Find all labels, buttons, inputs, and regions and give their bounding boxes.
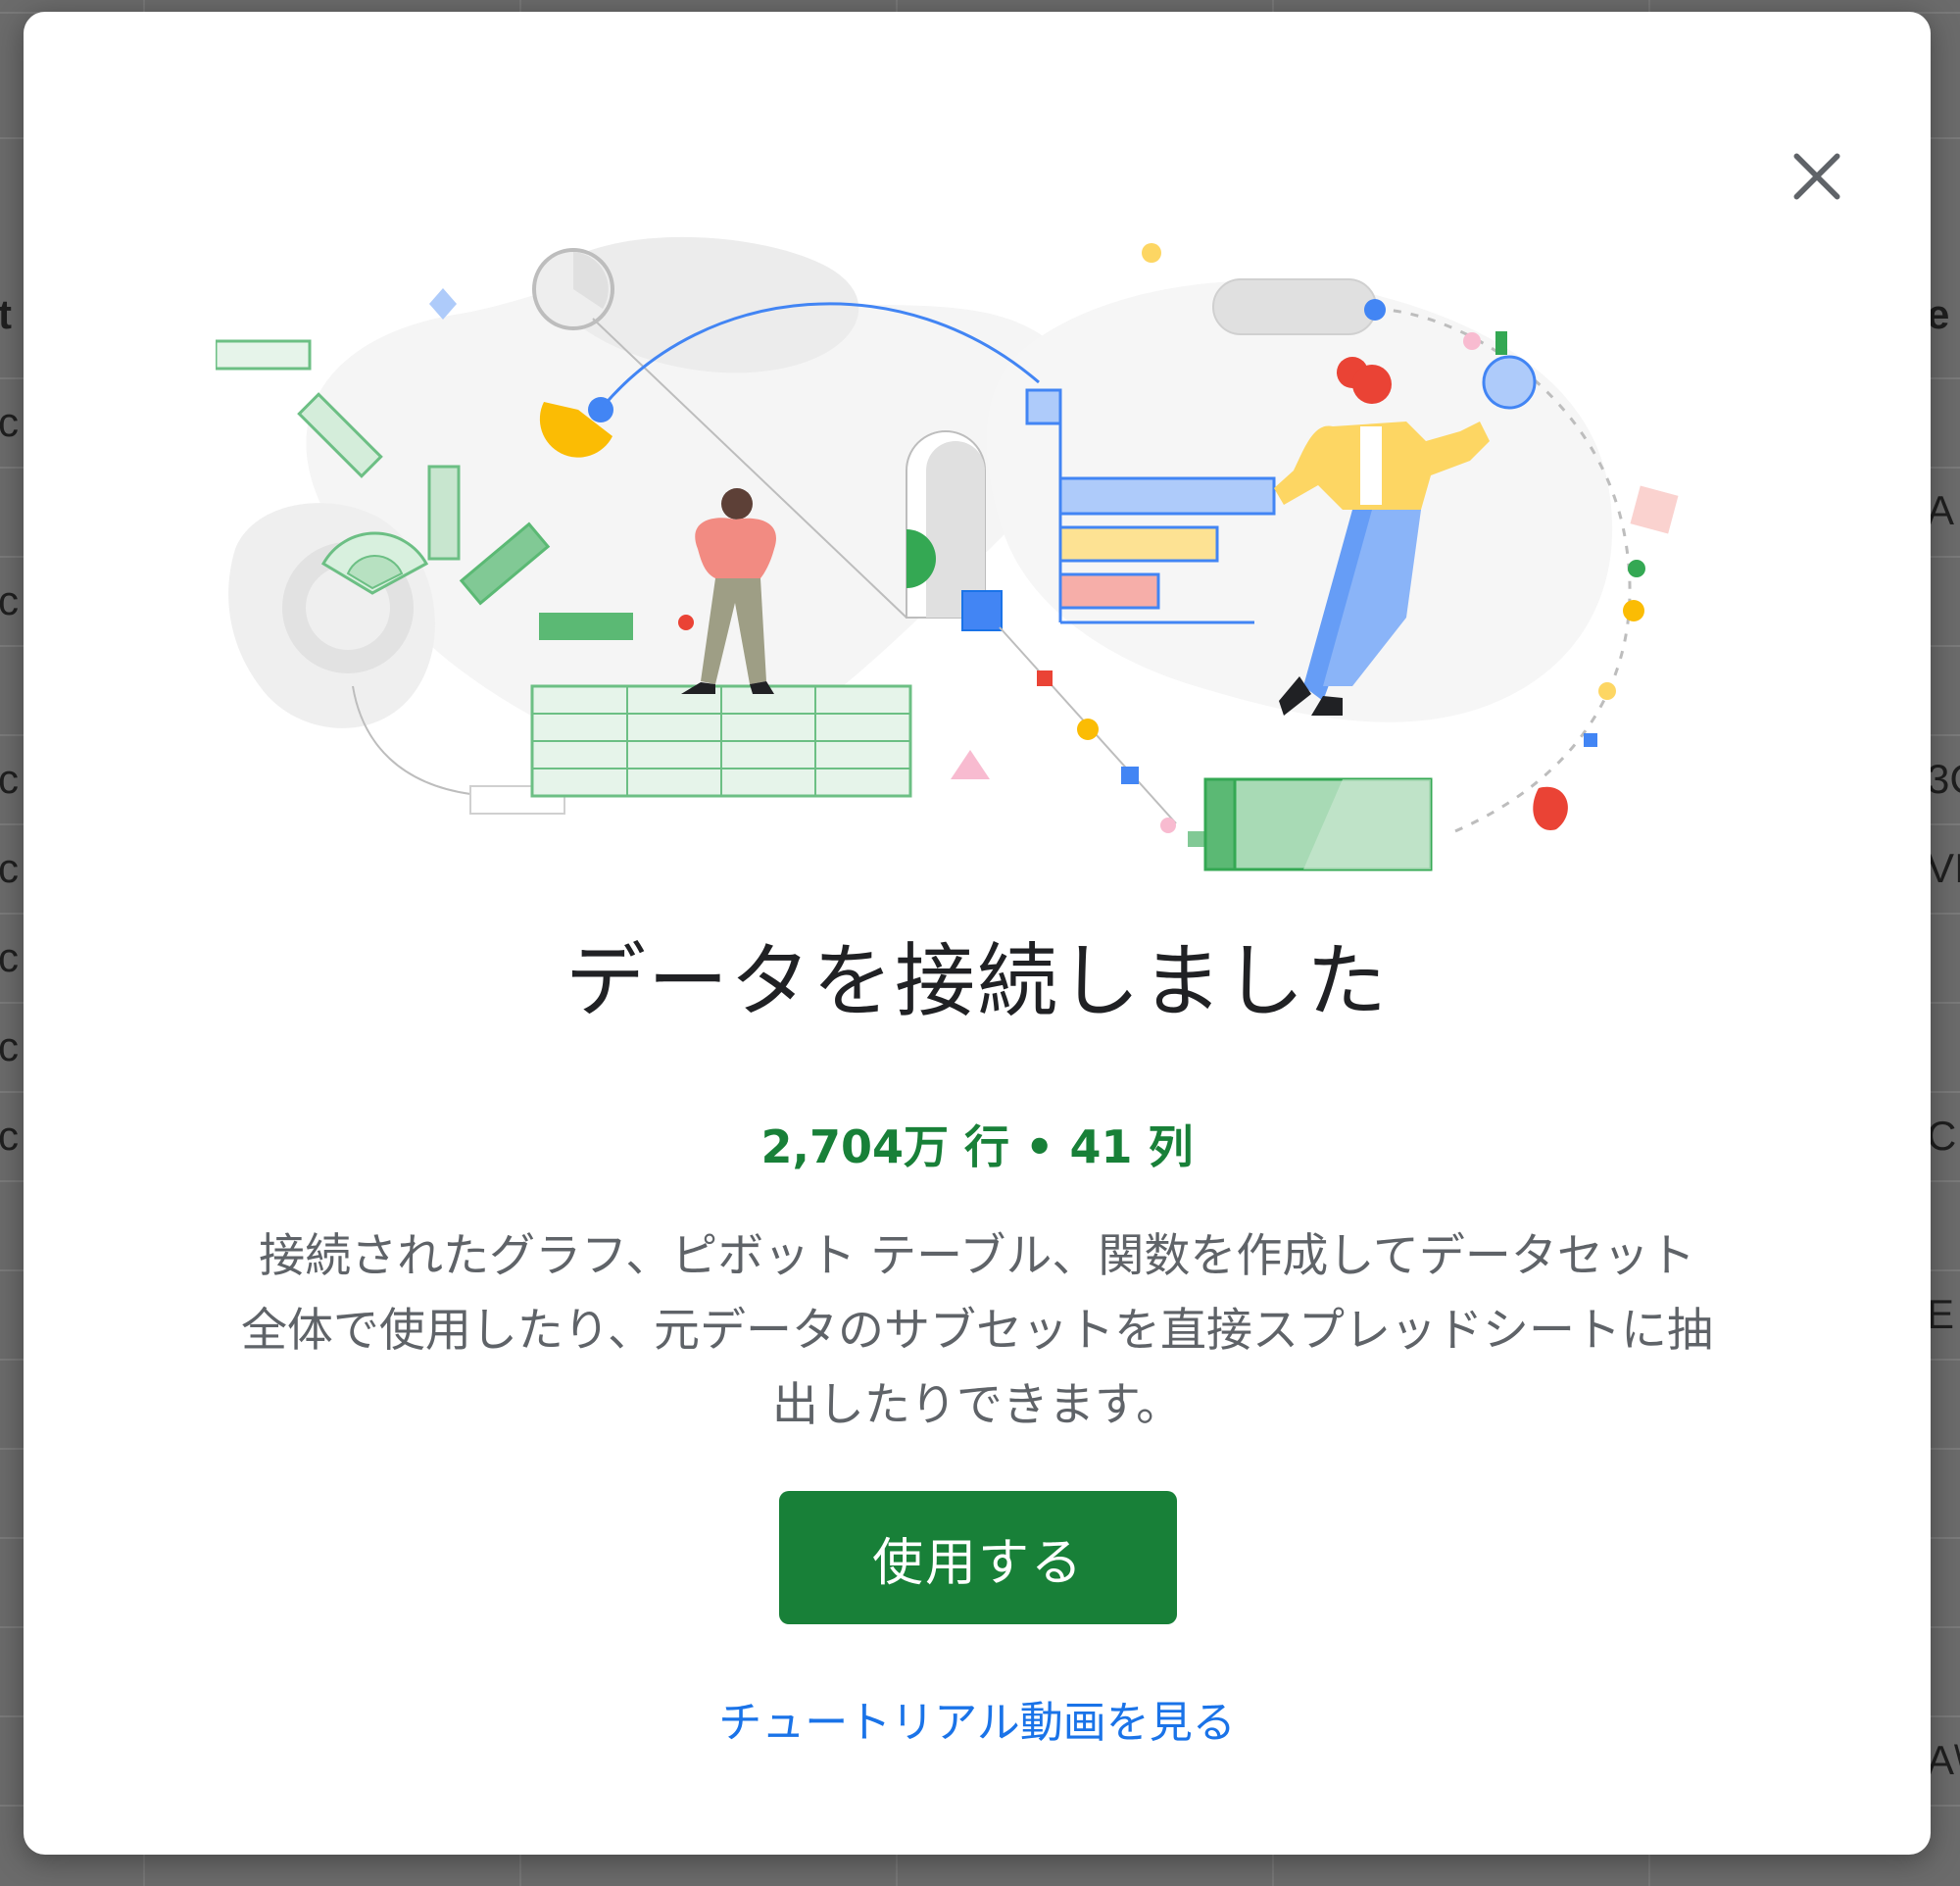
close-icon [1793,153,1840,200]
sheet-cell-fragment: A [1927,487,1955,533]
close-button[interactable] [1770,129,1864,223]
sheet-cell-fragment: VI [1927,845,1960,891]
sheet-cell-fragment: 3C [1927,756,1960,802]
dialog-description: 接続されたグラフ、ピボット テーブル、関数を作成してデータセット全体で使用したり… [240,1229,1714,1432]
sheet-cell-fragment: c [0,1113,19,1159]
sheet-cell-fragment: c [0,1023,19,1069]
sheet-cell-fragment: c [0,845,19,891]
sheet-cell-fragment: c [0,756,19,802]
dialog-title: データを接続しました [564,935,1389,1028]
sheet-cell-fragment: E [1927,1291,1955,1337]
sheet-cell-fragment: c [0,577,19,623]
use-button[interactable]: 使用する [779,1491,1177,1624]
sheet-cell-fragment: t [0,291,12,337]
dataset-size-stats: 2,704万 行 • 41 列 [760,1120,1194,1173]
sheet-cell-fragment: A\ [1927,1737,1960,1783]
sheet-cell-fragment: c [0,399,19,445]
sheet-cell-fragment: C [1927,1113,1957,1159]
data-connected-illustration [216,236,1679,871]
sheet-cell-fragment: c [0,934,19,980]
connected-data-dialog: データを接続しました 2,704万 行 • 41 列 接続されたグラフ、ピボット… [24,12,1931,1855]
watch-tutorial-link[interactable]: チュートリアル動画を見る [24,1694,1931,1753]
